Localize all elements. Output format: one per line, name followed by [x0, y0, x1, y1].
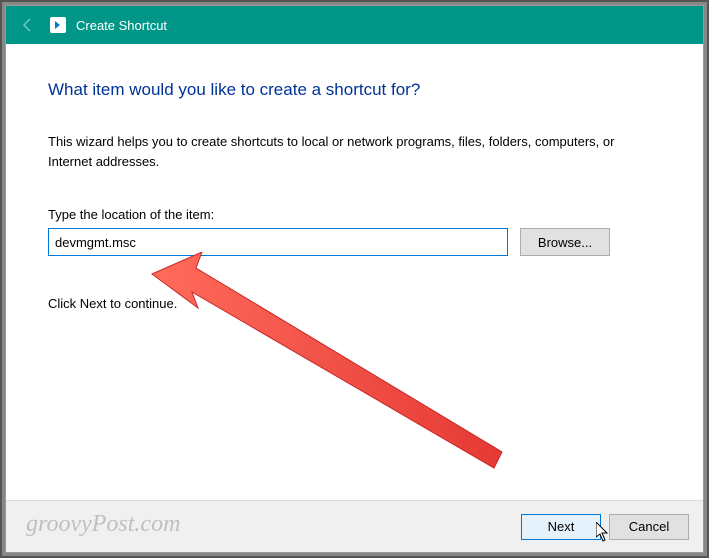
- watermark: groovyPost.com: [26, 511, 180, 538]
- continue-text: Click Next to continue.: [48, 296, 661, 311]
- back-icon: [16, 13, 40, 37]
- wizard-content: What item would you like to create a sho…: [6, 44, 703, 500]
- next-button[interactable]: Next: [521, 514, 601, 540]
- titlebar: Create Shortcut: [6, 6, 703, 44]
- location-row: Browse...: [48, 228, 661, 256]
- app-icon: [50, 17, 66, 33]
- page-heading: What item would you like to create a sho…: [48, 80, 661, 100]
- location-input[interactable]: [48, 228, 508, 256]
- browse-button[interactable]: Browse...: [520, 228, 610, 256]
- wizard-description: This wizard helps you to create shortcut…: [48, 132, 661, 171]
- wizard-footer: groovyPost.com Next Cancel: [6, 500, 703, 552]
- create-shortcut-window: Create Shortcut What item would you like…: [5, 5, 704, 553]
- location-label: Type the location of the item:: [48, 207, 661, 222]
- window-title: Create Shortcut: [76, 18, 167, 33]
- cancel-button[interactable]: Cancel: [609, 514, 689, 540]
